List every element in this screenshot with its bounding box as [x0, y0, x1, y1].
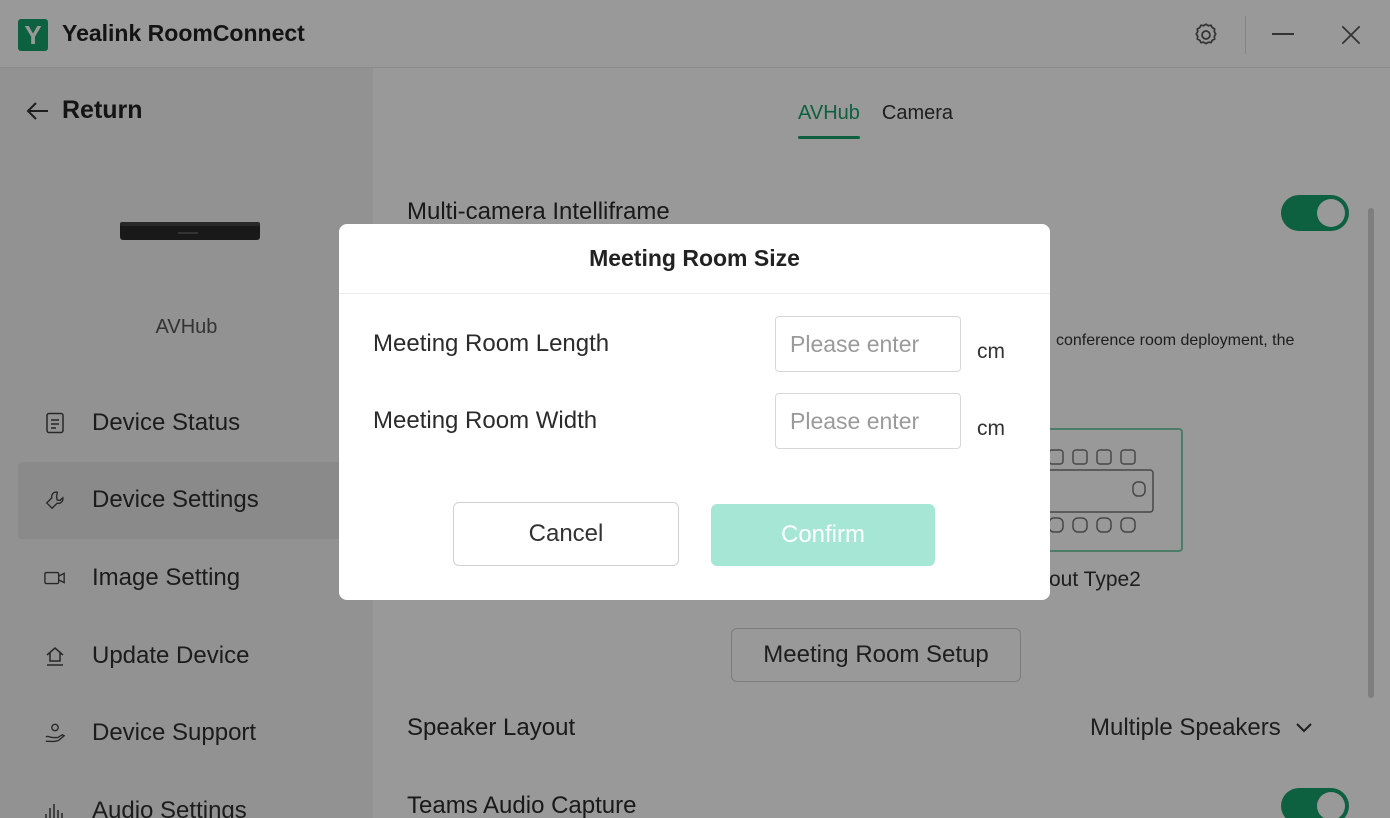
width-input[interactable] — [775, 393, 961, 449]
confirm-button[interactable]: Confirm — [711, 504, 935, 566]
width-label: Meeting Room Width — [373, 407, 598, 434]
length-input[interactable] — [775, 316, 961, 372]
length-label: Meeting Room Length — [373, 330, 610, 357]
length-unit: cm — [977, 340, 1005, 363]
dialog-title: Meeting Room Size — [339, 224, 1050, 294]
meeting-room-size-dialog: Meeting Room Size Meeting Room Length cm… — [339, 224, 1050, 600]
width-unit: cm — [977, 417, 1005, 440]
cancel-button[interactable]: Cancel — [453, 502, 679, 566]
